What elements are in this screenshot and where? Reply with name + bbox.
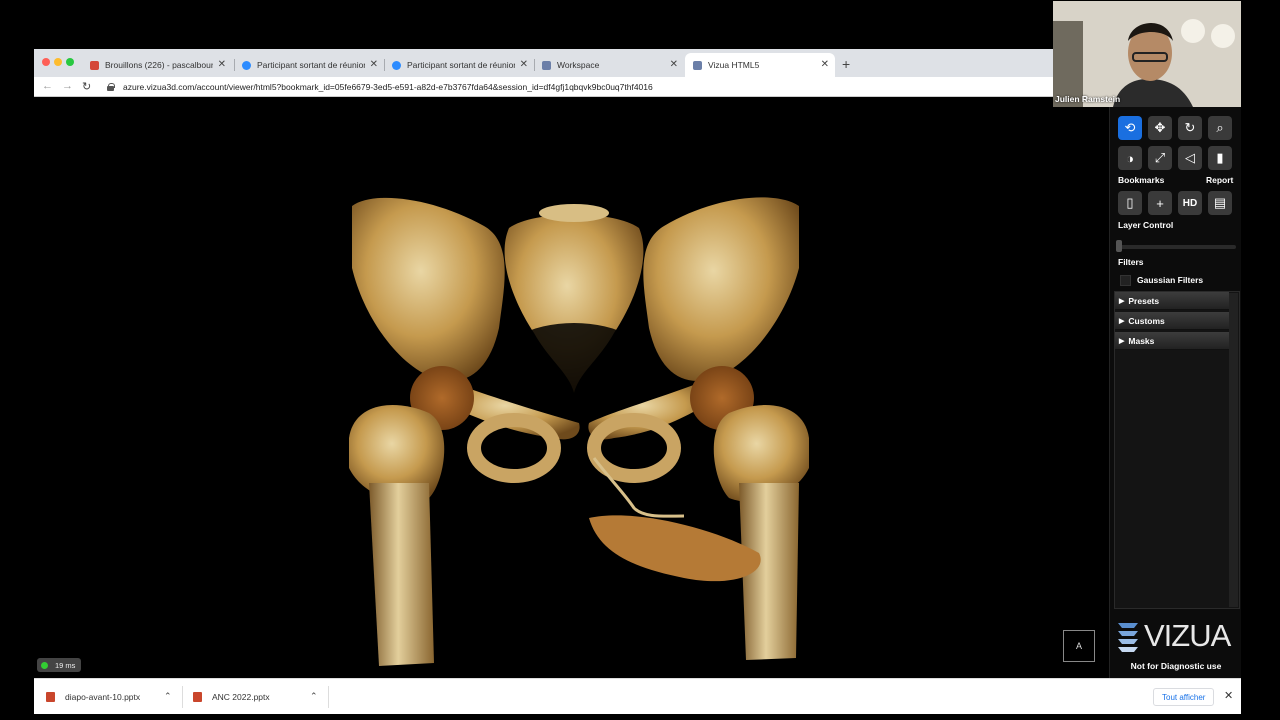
layer-slider-track[interactable] [1118, 245, 1236, 249]
divider [182, 686, 183, 708]
pptx-file-icon [46, 692, 55, 702]
panel-scrollbar[interactable] [1229, 293, 1238, 607]
pelvic-inlet [494, 323, 654, 413]
tool-panel: ⟲ ✥ ↻ ⌕ ◑ ⤢ ◁ ▮ Bookmarks Report ▯ + HD … [1109, 98, 1241, 678]
browser-window: Brouillons (226) - pascalbourr ✕ Partici… [34, 49, 1241, 714]
url-text: azure.vizua3d.com/account/viewer/html5?b… [123, 82, 653, 92]
vizua-logo-icon [1118, 623, 1138, 652]
orientation-label: A [1075, 641, 1082, 651]
tab-workspace[interactable]: Workspace ✕ [534, 53, 684, 77]
zoom-icon [392, 60, 401, 70]
section-label: Masks [1128, 335, 1155, 346]
participant-name: Julien Ramstein [1055, 94, 1121, 104]
expand-tool-icon[interactable]: ⤢ [1148, 146, 1172, 170]
right-iliac-wing [643, 197, 799, 381]
gmail-icon [90, 60, 99, 70]
orientation-cube[interactable]: A [1063, 630, 1095, 662]
layer-slider-thumb[interactable] [1116, 240, 1122, 252]
expand-triangle-icon: ▶ [1119, 317, 1125, 325]
presets-section[interactable]: ▶ Presets [1115, 292, 1229, 310]
tab-close-icon[interactable]: ✕ [218, 59, 226, 70]
maximize-window-button[interactable] [66, 58, 74, 66]
tab-label: Vizua HTML5 [708, 60, 760, 70]
bookmark-icon[interactable]: ▯ [1118, 191, 1142, 215]
close-window-button[interactable] [42, 58, 50, 66]
new-tab-icon[interactable]: + [842, 56, 850, 72]
download-filename: ANC 2022.pptx [212, 692, 270, 702]
vertebra [539, 204, 609, 222]
lock-icon [107, 83, 115, 91]
report-icon[interactable]: ▤ [1208, 191, 1232, 215]
tab-close-icon[interactable]: ✕ [370, 59, 378, 70]
webcam-overlay: Julien Ramstein [1053, 1, 1241, 107]
tab-vizua-html5[interactable]: Vizua HTML5 ✕ [685, 53, 835, 77]
device-structure [589, 515, 761, 582]
disclaimer-text: Not for Diagnostic use [1130, 661, 1222, 671]
section-label: Presets [1128, 295, 1160, 306]
chevron-up-icon[interactable]: ⌃ [310, 691, 318, 702]
layer-control-label: Layer Control [1118, 220, 1174, 230]
customs-section[interactable]: ▶ Customs [1115, 312, 1229, 330]
bookmarks-label: Bookmarks [1118, 175, 1165, 185]
tab-gmail[interactable]: Brouillons (226) - pascalbourr ✕ [82, 53, 232, 77]
left-femoral-shaft [369, 483, 434, 666]
tab-label: Participant sortant de réunion [407, 60, 515, 70]
expand-triangle-icon: ▶ [1119, 337, 1125, 345]
clip-tool-icon[interactable]: ◁ [1178, 146, 1202, 170]
left-iliac-wing [352, 197, 505, 381]
tab-label: Brouillons (226) - pascalbourr [105, 60, 213, 70]
url-field[interactable]: azure.vizua3d.com/account/viewer/html5?b… [104, 79, 1204, 95]
download-item[interactable]: diapo-avant-10.pptx [46, 679, 140, 715]
back-arrow-icon[interactable]: ← [42, 80, 53, 92]
zoom-icon [242, 60, 251, 70]
close-icon[interactable]: ✕ [1224, 689, 1233, 702]
latency-indicator: 19 ms [37, 658, 82, 672]
contrast-tool-icon[interactable]: ◑ [1118, 146, 1142, 170]
report-label: Report [1206, 175, 1234, 185]
show-all-button[interactable]: Tout afficher [1153, 688, 1215, 706]
forward-arrow-icon[interactable]: → [62, 80, 73, 92]
vizua-logo: VIZUA [1116, 618, 1238, 654]
latency-text: 19 ms [55, 660, 76, 670]
pan-rotate-tool-icon[interactable]: ⟲ [1118, 116, 1142, 140]
section-label: Customs [1128, 315, 1165, 326]
hd-button[interactable]: HD [1178, 191, 1202, 215]
screen: Brouillons (226) - pascalbourr ✕ Partici… [0, 0, 1280, 720]
zoom-tool-icon[interactable]: ⌕ [1208, 116, 1232, 140]
lock-tool-icon[interactable]: ▮ [1208, 146, 1232, 170]
vizua-favicon-icon [542, 60, 551, 70]
pptx-file-icon [193, 692, 202, 702]
add-bookmark-icon[interactable]: + [1148, 191, 1172, 215]
tab-close-icon[interactable]: ✕ [520, 59, 528, 70]
downloads-bar: diapo-avant-10.pptx ⌃ ANC 2022.pptx ⌃ To… [34, 678, 1241, 714]
tab-close-icon[interactable]: ✕ [670, 59, 678, 70]
masks-section[interactable]: ▶ Masks [1115, 332, 1229, 350]
tab-label: Workspace [557, 60, 600, 70]
rotate-tool-icon[interactable]: ↻ [1178, 116, 1202, 140]
tab-close-icon[interactable]: ✕ [821, 59, 829, 70]
download-filename: diapo-avant-10.pptx [65, 692, 141, 702]
tab-zoom-2[interactable]: Participant sortant de réunion ✕ [384, 53, 534, 77]
logo-text: VIZUA [1144, 618, 1231, 653]
tab-label: Participant sortant de réunion [257, 60, 365, 70]
expand-triangle-icon: ▶ [1119, 297, 1125, 305]
gaussian-filters-checkbox[interactable] [1120, 275, 1131, 286]
filter-sections: ▶ Presets ▶ Customs ▶ Masks [1114, 291, 1240, 609]
minimize-window-button[interactable] [54, 58, 62, 66]
pelvis-3d-render [349, 197, 809, 666]
tab-zoom-1[interactable]: Participant sortant de réunion ✕ [234, 53, 384, 77]
vizua-favicon-icon [693, 60, 702, 70]
move-tool-icon[interactable]: ✥ [1148, 116, 1172, 140]
chevron-up-icon[interactable]: ⌃ [164, 691, 172, 702]
3d-viewport[interactable]: 19 ms A [34, 98, 1109, 678]
status-dot-icon [41, 661, 48, 669]
reload-icon[interactable]: ↻ [82, 80, 91, 93]
filters-label: Filters [1118, 257, 1144, 267]
show-all-label: Tout afficher [1162, 692, 1206, 702]
hd-label: HD [1182, 197, 1198, 209]
participant-video [1053, 1, 1241, 107]
download-item[interactable]: ANC 2022.pptx [193, 679, 270, 715]
divider [328, 686, 329, 708]
gaussian-filters-label: Gaussian Filters [1137, 275, 1204, 285]
